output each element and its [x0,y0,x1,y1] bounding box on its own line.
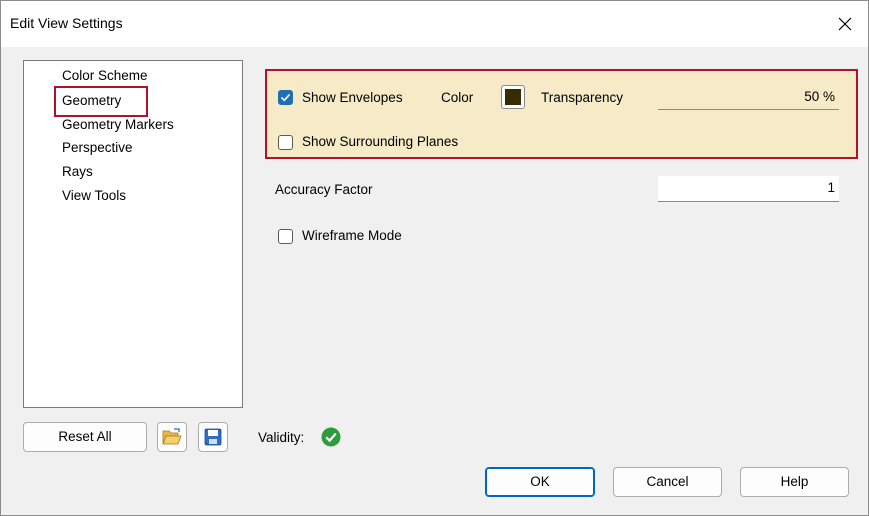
ok-button[interactable]: OK [485,467,595,497]
tree-item-rays[interactable]: Rays [62,164,93,179]
show-envelopes-label[interactable]: Show Envelopes [302,90,403,105]
wireframe-mode-checkbox[interactable] [278,229,293,244]
checkmark-icon [280,93,291,102]
tree-item-view-tools[interactable]: View Tools [62,188,126,203]
validity-label: Validity: [258,430,305,445]
transparency-label: Transparency [541,90,624,105]
tree-item-perspective[interactable]: Perspective [62,140,133,155]
color-swatch [505,89,521,105]
save-file-button[interactable] [198,422,228,452]
show-surrounding-planes-checkbox[interactable] [278,135,293,150]
wireframe-mode-label[interactable]: Wireframe Mode [302,228,402,243]
cancel-button[interactable]: Cancel [613,467,722,497]
show-surrounding-planes-label[interactable]: Show Surrounding Planes [302,134,458,149]
tree-item-geometry-markers[interactable]: Geometry Markers [62,117,174,132]
folder-open-icon [162,428,182,445]
title-bar: Edit View Settings [1,1,868,47]
save-disk-icon [204,428,222,446]
transparency-input[interactable]: 50 % [658,85,839,110]
color-label: Color [441,90,474,105]
selection-highlight-box [54,86,148,117]
valid-check-icon [321,427,341,447]
help-button[interactable]: Help [740,467,849,497]
reset-all-button[interactable]: Reset All [23,422,147,452]
open-file-button[interactable] [157,422,187,452]
close-button[interactable] [822,1,868,47]
color-picker-button[interactable] [501,85,525,109]
show-envelopes-checkbox[interactable] [278,90,293,105]
accuracy-factor-label: Accuracy Factor [275,182,373,197]
edit-view-settings-dialog: Edit View Settings Color Scheme Geometry… [0,0,869,516]
tree-item-color-scheme[interactable]: Color Scheme [62,68,148,83]
accuracy-factor-input[interactable]: 1 [658,176,839,202]
dialog-title: Edit View Settings [10,15,123,31]
close-icon [838,17,852,31]
